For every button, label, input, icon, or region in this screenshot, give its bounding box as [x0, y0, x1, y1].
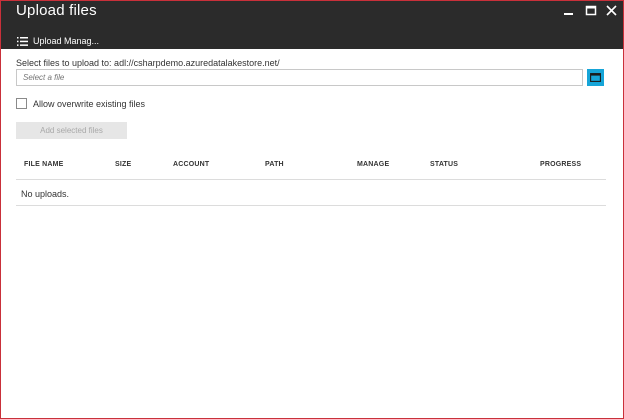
- upload-destination-text: Select files to upload to: adl://csharpd…: [16, 58, 280, 68]
- browse-button[interactable]: [587, 69, 604, 86]
- column-header-file-name[interactable]: FILE NAME: [24, 161, 64, 168]
- column-header-manage[interactable]: MANAGE: [357, 161, 389, 168]
- close-button[interactable]: [602, 2, 622, 20]
- table-row-divider: [16, 205, 606, 206]
- folder-browse-icon: [590, 73, 601, 82]
- overwrite-option[interactable]: Allow overwrite existing files: [16, 98, 145, 109]
- title-bar: Upload files Upload Manag...: [1, 1, 623, 49]
- maximize-button[interactable]: [581, 2, 601, 20]
- column-header-progress[interactable]: PROGRESS: [540, 161, 581, 168]
- upload-manager-label: Upload Manag...: [33, 36, 100, 46]
- maximize-icon: [585, 5, 597, 16]
- table-header-divider: [16, 179, 606, 180]
- file-select-input[interactable]: [16, 69, 583, 86]
- column-header-path[interactable]: PATH: [265, 161, 284, 168]
- window-title: Upload files: [16, 2, 97, 19]
- add-selected-files-button[interactable]: Add selected files: [16, 122, 127, 139]
- close-icon: [606, 5, 617, 16]
- column-header-status[interactable]: STATUS: [430, 161, 458, 168]
- empty-uploads-message: No uploads.: [21, 189, 70, 199]
- upload-manager-menu-button[interactable]: Upload Manag...: [17, 34, 99, 48]
- column-header-account[interactable]: ACCOUNT: [173, 161, 209, 168]
- column-header-size[interactable]: SIZE: [115, 161, 131, 168]
- minimize-button[interactable]: [559, 2, 579, 20]
- overwrite-checkbox[interactable]: [16, 98, 27, 109]
- hamburger-list-icon: [17, 36, 28, 46]
- overwrite-label: Allow overwrite existing files: [33, 98, 146, 109]
- minimize-icon: [564, 13, 573, 15]
